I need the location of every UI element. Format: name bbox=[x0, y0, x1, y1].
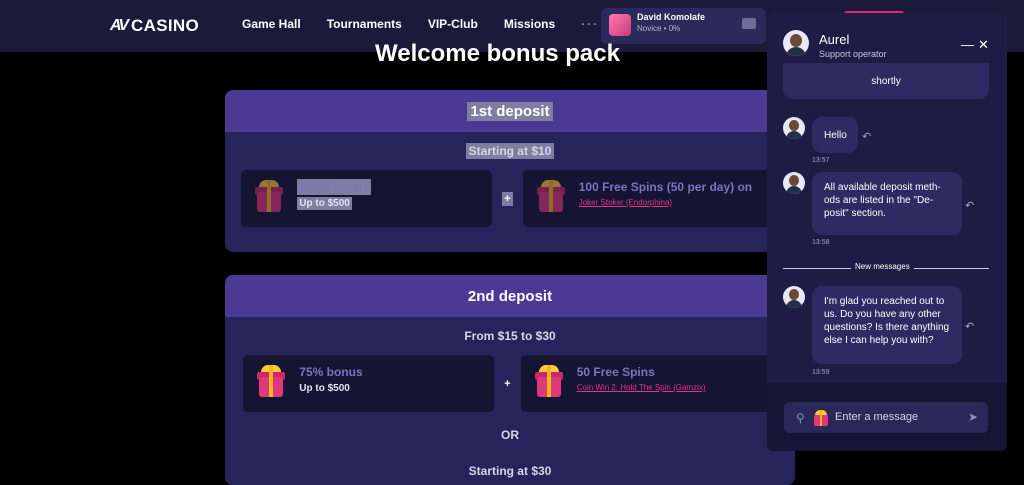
message-input[interactable]: ⚲ Enter a message ➤ bbox=[784, 402, 988, 433]
or-separator: OR bbox=[501, 428, 519, 442]
operator-avatar bbox=[783, 117, 805, 139]
message-time: 13:58 bbox=[812, 239, 830, 246]
game-link[interactable]: Coin Win 2: Hold The Spin (Gamzix) bbox=[577, 383, 777, 392]
close-icon[interactable]: ✕ bbox=[978, 37, 989, 53]
deposit-1-title: 1st deposit bbox=[467, 101, 553, 121]
message-bubble: Hello bbox=[812, 117, 858, 153]
send-icon[interactable]: ➤ bbox=[968, 410, 978, 424]
main-nav: Game Hall Tournaments VIP-Club Missions … bbox=[242, 17, 599, 31]
support-chat-panel: Aurel Support operator — ✕ shortly Hello… bbox=[767, 13, 1007, 451]
nav-game-hall[interactable]: Game Hall bbox=[242, 17, 301, 31]
deposit-1-offers: 100% bonus Up to $500 + 100 Free Spins (… bbox=[225, 170, 795, 227]
reply-icon[interactable]: ↶ bbox=[965, 199, 974, 212]
deposit-2-title: 2nd deposit bbox=[467, 287, 553, 305]
message-time: 13:57 bbox=[812, 157, 830, 164]
offer-title: 100% bonus bbox=[297, 179, 372, 195]
minimize-icon[interactable]: — bbox=[961, 37, 974, 52]
plus-sign: + bbox=[504, 377, 511, 390]
user-avatar bbox=[609, 14, 631, 36]
offer-bonus: 75% bonus Up to $500 bbox=[243, 355, 495, 412]
operator-avatar bbox=[783, 286, 805, 308]
nav-missions[interactable]: Missions bbox=[504, 17, 555, 31]
operator-avatar bbox=[783, 30, 809, 56]
logo-text: CASINO bbox=[131, 16, 199, 35]
gift-icon bbox=[535, 180, 567, 214]
gift-icon[interactable] bbox=[812, 408, 830, 426]
offer-title: 50 Free Spins bbox=[576, 365, 655, 379]
nav-more-icon[interactable]: ··· bbox=[581, 17, 599, 31]
chat-header: Aurel Support operator — ✕ bbox=[767, 13, 1007, 63]
deposit-2-header: 2nd deposit bbox=[225, 275, 795, 317]
gift-icon bbox=[533, 365, 565, 399]
user-profile-card[interactable]: David Komolafe Novice • 0% bbox=[601, 8, 766, 44]
offer-subtitle: Up to $500 bbox=[299, 383, 350, 394]
deposit-card-2: 2nd deposit From $15 to $30 75% bonus Up… bbox=[225, 275, 795, 485]
chat-messages[interactable]: shortly Hello ↶ 13:57 All available depo… bbox=[767, 63, 1007, 383]
offer-title: 75% bonus bbox=[299, 365, 363, 379]
operator-name: Aurel bbox=[819, 32, 850, 47]
deposit-1-header: 1st deposit bbox=[225, 90, 795, 132]
deposit-2-subtitle-2: Starting at $30 bbox=[468, 464, 552, 478]
offer-subtitle: Up to $500 bbox=[297, 197, 352, 210]
offer-free-spins: 50 Free Spins Coin Win 2: Hold The Spin … bbox=[520, 355, 777, 412]
game-link[interactable]: Joker Stoker (Endorphina) bbox=[579, 198, 779, 207]
new-messages-label: New messages bbox=[851, 262, 914, 271]
message-bubble: shortly bbox=[783, 63, 989, 99]
logo-mark: AV bbox=[110, 17, 129, 34]
message-bubble: I'm glad you reached out to us. Do you h… bbox=[812, 286, 962, 364]
gift-icon bbox=[253, 180, 285, 214]
reply-icon[interactable]: ↶ bbox=[965, 320, 974, 333]
offer-free-spins: 100 Free Spins (50 per day) on Joker Sto… bbox=[522, 170, 779, 227]
deposit-2-offers: 75% bonus Up to $500 + 50 Free Spins Coi… bbox=[225, 355, 795, 412]
message-placeholder: Enter a message bbox=[835, 411, 919, 423]
nav-tournaments[interactable]: Tournaments bbox=[327, 17, 402, 31]
gift-icon bbox=[255, 365, 287, 399]
message-bubble: All available deposit meth- ods are list… bbox=[812, 172, 962, 235]
plus-sign: + bbox=[502, 191, 513, 206]
deposit-2-subtitle: From $15 to $30 bbox=[464, 329, 556, 343]
attach-icon[interactable]: ⚲ bbox=[796, 411, 805, 425]
chat-footer: ⚲ Enter a message ➤ bbox=[767, 383, 1007, 451]
operator-avatar bbox=[783, 172, 805, 194]
operator-role: Support operator bbox=[819, 49, 887, 59]
offer-title: 100 Free Spins (50 per day) on bbox=[578, 180, 753, 194]
mail-icon[interactable] bbox=[742, 18, 756, 29]
offer-bonus: 100% bonus Up to $500 bbox=[241, 170, 493, 227]
deposit-card-1: 1st deposit Starting at $10 100% bonus U… bbox=[225, 90, 795, 252]
page-title: Welcome bonus pack bbox=[375, 40, 620, 67]
deposit-1-subtitle: Starting at $10 bbox=[225, 143, 795, 159]
casino-logo[interactable]: AV CASINO bbox=[110, 16, 199, 36]
reply-icon[interactable]: ↶ bbox=[862, 130, 871, 143]
nav-vip-club[interactable]: VIP-Club bbox=[428, 17, 478, 31]
message-time: 13:59 bbox=[812, 369, 830, 376]
